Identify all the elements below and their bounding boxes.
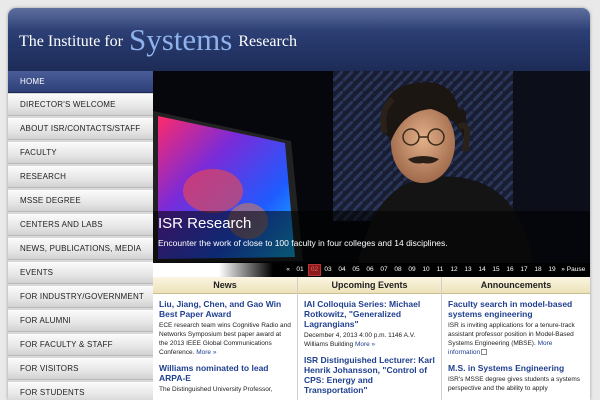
- events-heading: Upcoming Events: [298, 277, 441, 294]
- pager-link-03[interactable]: 03: [321, 264, 335, 276]
- news-item-text: ECE research team wins Cognitive Radio a…: [159, 321, 291, 357]
- pager-link-05[interactable]: 05: [349, 264, 363, 276]
- news-more-link[interactable]: More »: [196, 349, 216, 356]
- pager-link-06[interactable]: 06: [363, 264, 377, 276]
- pager-link-15[interactable]: 15: [489, 264, 503, 276]
- hero-caption: ISR Research Encounter the work of close…: [153, 211, 590, 263]
- pager-prev-button[interactable]: «: [283, 264, 293, 276]
- announcements-column: Announcements Faculty search in model-ba…: [442, 277, 590, 400]
- sidebar-item-centers-labs[interactable]: CENTERS AND LABS: [8, 214, 153, 236]
- sidebar-item-alumni[interactable]: FOR ALUMNI: [8, 310, 153, 332]
- pager-fade: [153, 263, 273, 277]
- pager-link-18[interactable]: 18: [531, 264, 545, 276]
- event-item-text: December 4, 2013 4:00 p.m. 1146 A.V. Wil…: [304, 331, 435, 349]
- announcement-item-body: ISR is inviting applications for a tenur…: [448, 322, 575, 347]
- hero-slideshow[interactable]: ISR Research Encounter the work of close…: [153, 71, 590, 263]
- news-column: News Liu, Jiang, Chen, and Gao Win Best …: [153, 277, 298, 400]
- logo-suffix: Research: [238, 33, 297, 50]
- hero-caption-text: Encounter the work of close to 100 facul…: [158, 238, 448, 248]
- sidebar-item-about[interactable]: ABOUT ISR/CONTACTS/STAFF: [8, 118, 153, 140]
- sidebar-item-students[interactable]: FOR STUDENTS: [8, 382, 153, 400]
- masthead: The Institute for Systems Research: [8, 8, 590, 71]
- announcement-item-title[interactable]: Faculty search in model-based systems en…: [448, 299, 584, 319]
- pager-link-09[interactable]: 09: [405, 264, 419, 276]
- news-item-body: ECE research team wins Cognitive Radio a…: [159, 322, 291, 356]
- sidebar-item-industry-government[interactable]: FOR INDUSTRY/GOVERNMENT: [8, 286, 153, 308]
- sidebar-nav: HOME DIRECTOR'S WELCOME ABOUT ISR/CONTAC…: [8, 71, 153, 400]
- sidebar-item-faculty[interactable]: FACULTY: [8, 142, 153, 164]
- sidebar-item-research[interactable]: RESEARCH: [8, 166, 153, 188]
- pager-link-14[interactable]: 14: [475, 264, 489, 276]
- event-more-link[interactable]: More »: [355, 341, 375, 348]
- sidebar-item-news-publications[interactable]: NEWS, PUBLICATIONS, MEDIA: [8, 238, 153, 260]
- announcement-item-title[interactable]: M.S. in Systems Engineering: [448, 363, 584, 373]
- pager-link-01[interactable]: 01: [293, 264, 307, 276]
- hero-caption-title[interactable]: ISR Research: [158, 215, 251, 232]
- sidebar-item-home[interactable]: HOME: [8, 71, 153, 93]
- pager-link-04[interactable]: 04: [335, 264, 349, 276]
- events-column: Upcoming Events IAI Colloquia Series: Mi…: [298, 277, 442, 400]
- news-item-title[interactable]: Liu, Jiang, Chen, and Gao Win Best Paper…: [159, 299, 291, 319]
- page: The Institute for Systems Research HOME …: [8, 8, 590, 400]
- slideshow-pager: « 01 02 03 04 05 06 07 08 09 10 11 12 13…: [153, 263, 590, 277]
- news-heading: News: [153, 277, 297, 294]
- content-columns: News Liu, Jiang, Chen, and Gao Win Best …: [153, 277, 590, 400]
- sidebar-item-directors-welcome[interactable]: DIRECTOR'S WELCOME: [8, 94, 153, 116]
- announcements-heading: Announcements: [442, 277, 590, 294]
- pager-link-16[interactable]: 16: [503, 264, 517, 276]
- announcement-item-body: ISR's MSSE degree gives students a syste…: [448, 376, 581, 392]
- event-item-title[interactable]: IAI Colloquia Series: Michael Rotkowitz,…: [304, 299, 435, 329]
- pager-link-10[interactable]: 10: [419, 264, 433, 276]
- logo-prefix: The Institute for: [19, 33, 123, 50]
- pager-link-19[interactable]: 19: [545, 264, 559, 276]
- announcement-item-text: ISR is inviting applications for a tenur…: [448, 321, 584, 357]
- pager-link-08[interactable]: 08: [391, 264, 405, 276]
- pager-link-12[interactable]: 12: [447, 264, 461, 276]
- pager-link-11[interactable]: 11: [433, 264, 447, 276]
- sidebar-item-msse-degree[interactable]: MSSE DEGREE: [8, 190, 153, 212]
- sidebar-item-visitors[interactable]: FOR VISITORS: [8, 358, 153, 380]
- site-logo[interactable]: The Institute for Systems Research: [19, 22, 297, 58]
- pager-link-13[interactable]: 13: [461, 264, 475, 276]
- pager-pause-button[interactable]: Pause: [565, 264, 587, 276]
- pager-link-17[interactable]: 17: [517, 264, 531, 276]
- news-item-body: The Distinguished University Professor,: [159, 386, 273, 393]
- logo-main: Systems: [128, 22, 233, 57]
- external-link-icon: [481, 349, 488, 355]
- pager-link-07[interactable]: 07: [377, 264, 391, 276]
- event-item-title[interactable]: ISR Distinguished Lecturer: Karl Henrik …: [304, 355, 435, 395]
- news-item-title[interactable]: Williams nominated to lead ARPA-E: [159, 363, 291, 383]
- sidebar-item-events[interactable]: EVENTS: [8, 262, 153, 284]
- sidebar-item-faculty-staff[interactable]: FOR FACULTY & STAFF: [8, 334, 153, 356]
- pager-link-02-current[interactable]: 02: [308, 264, 321, 276]
